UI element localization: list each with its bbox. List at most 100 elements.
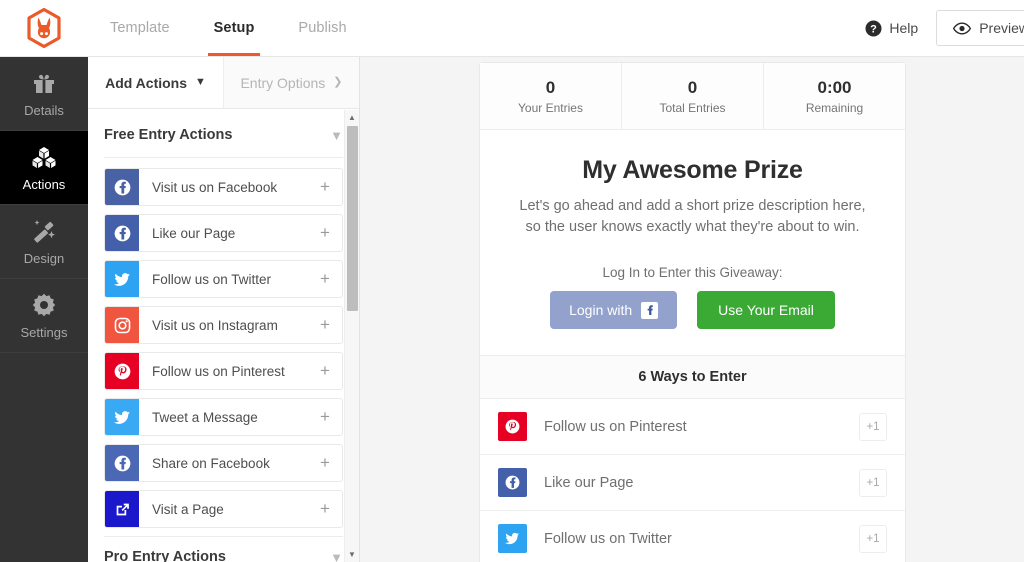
action-row-like-our-page[interactable]: Like our Page + [104, 214, 343, 252]
login-block: Log In to Enter this Giveaway: Login wit… [480, 238, 905, 355]
giveaway-stats-bar: 0 Your Entries 0 Total Entries 0:00 Rema… [480, 63, 905, 131]
external-link-icon [105, 491, 139, 527]
giveaway-widget: 0 Your Entries 0 Total Entries 0:00 Rema… [479, 62, 906, 562]
chevron-down-icon: ▼ [330, 127, 343, 143]
help-label: Help [889, 20, 919, 36]
top-bar-actions: ? Help Preview [865, 0, 1024, 56]
gift-icon [34, 74, 54, 93]
panel-tab-add-actions-label: Add Actions [105, 74, 188, 91]
sidebar-item-design[interactable]: Design [0, 205, 88, 279]
stat-your-entries: 0 Your Entries [480, 63, 622, 130]
free-action-list: Visit us on Facebook + Like our Page + F… [88, 158, 359, 528]
top-bar: Template Setup Publish ? Help Preview [0, 0, 1024, 57]
sidebar-item-actions[interactable]: Actions [0, 131, 88, 205]
entry-row-follow-us-on-pinterest[interactable]: Follow us on Pinterest +1 [480, 399, 905, 456]
chevron-down-icon: ▼ [195, 76, 206, 88]
entry-points-badge: +1 [859, 468, 887, 497]
prize-title: My Awesome Prize [582, 156, 803, 185]
panel-tab-add-actions[interactable]: Add Actions ▼ [88, 57, 223, 108]
scroll-up-arrow-icon[interactable]: ▲ [345, 110, 359, 125]
ways-to-enter-header: 6 Ways to Enter [480, 355, 905, 400]
tab-template-label: Template [110, 20, 170, 36]
add-action-button[interactable]: + [308, 307, 342, 343]
add-action-button[interactable]: + [308, 353, 342, 389]
prize-description: Let's go ahead and add a short prize des… [519, 198, 866, 236]
app-logo[interactable] [0, 0, 88, 56]
stat-label: Remaining [805, 101, 864, 116]
panel-tab-bar: Add Actions ▼ Entry Options ❯ [88, 57, 359, 109]
login-with-facebook-button[interactable]: Login with [550, 291, 678, 330]
login-email-label: Use Your Email [718, 302, 814, 319]
entry-points-badge: +1 [859, 412, 887, 441]
tab-setup[interactable]: Setup [192, 0, 277, 56]
stat-label: Your Entries [518, 101, 583, 116]
add-actions-panel: Add Actions ▼ Entry Options ❯ Free Entry… [88, 57, 360, 562]
free-entry-actions-header[interactable]: Free Entry Actions ▼ [88, 109, 359, 157]
twitter-icon [105, 399, 139, 435]
action-label: Follow us on Pinterest [152, 363, 285, 379]
entry-row-like-our-page[interactable]: Like our Page +1 [480, 455, 905, 512]
ways-to-enter-title: 6 Ways to Enter [638, 369, 747, 386]
sidebar-item-details[interactable]: Details [0, 57, 88, 131]
chevron-right-icon: ❯ [333, 76, 343, 88]
facebook-icon [105, 445, 139, 481]
action-label: Visit a Page [152, 501, 224, 517]
stat-remaining: 0:00 Remaining [764, 63, 905, 129]
entry-row-follow-us-on-twitter[interactable]: Follow us on Twitter +1 [480, 511, 905, 562]
tab-template[interactable]: Template [88, 0, 192, 56]
prize-block: My Awesome Prize Let's go ahead and add … [480, 130, 905, 238]
action-label: Visit us on Instagram [152, 317, 278, 333]
eye-icon [953, 21, 972, 35]
sidebar-item-design-label: Design [23, 250, 65, 266]
entry-points-badge: +1 [859, 524, 887, 553]
tab-publish-label: Publish [298, 20, 347, 36]
free-entry-actions-title: Free Entry Actions [104, 127, 233, 143]
add-action-button[interactable]: + [308, 445, 342, 481]
instagram-icon [105, 307, 139, 343]
pinterest-icon [105, 353, 139, 389]
stat-total-entries: 0 Total Entries [622, 63, 764, 130]
pro-entry-actions-title: Pro Entry Actions [104, 549, 226, 562]
top-tab-bar: Template Setup Publish [88, 0, 369, 56]
tab-publish[interactable]: Publish [276, 0, 368, 56]
builder-sidebar: Details Actions Design Settings [0, 57, 88, 562]
stat-value: 0 [687, 78, 698, 97]
rafflepress-giveaway-builder: Template Setup Publish ? Help Preview De… [0, 0, 1024, 562]
login-buttons: Login with Use Your Email [480, 291, 905, 330]
add-action-button[interactable]: + [308, 169, 342, 205]
action-row-share-on-facebook[interactable]: Share on Facebook + [104, 444, 343, 482]
question-circle-icon: ? [865, 20, 882, 36]
action-row-visit-us-on-facebook[interactable]: Visit us on Facebook + [104, 168, 343, 206]
facebook-icon [105, 169, 139, 205]
sidebar-item-settings[interactable]: Settings [0, 279, 88, 353]
pro-entry-actions-header[interactable]: Pro Entry Actions ▼ [88, 537, 359, 562]
add-action-button[interactable]: + [308, 399, 342, 435]
add-action-button[interactable]: + [308, 261, 342, 297]
facebook-icon [641, 301, 659, 319]
svg-text:?: ? [871, 23, 878, 35]
add-action-button[interactable]: + [308, 215, 342, 251]
scrollbar-thumb[interactable] [347, 126, 358, 311]
action-label: Like our Page [152, 225, 236, 241]
cubes-icon [32, 146, 56, 168]
twitter-icon [105, 261, 139, 297]
panel-tab-entry-options[interactable]: Entry Options ❯ [223, 57, 359, 108]
action-row-visit-us-on-instagram[interactable]: Visit us on Instagram + [104, 306, 343, 344]
preview-button[interactable]: Preview [936, 10, 1024, 46]
help-button[interactable]: ? Help [865, 20, 936, 37]
stat-label: Total Entries [659, 101, 726, 116]
action-label: Share on Facebook [152, 455, 270, 471]
panel-scrollbar[interactable]: ▲ ▼ [344, 110, 359, 562]
action-row-follow-us-on-twitter[interactable]: Follow us on Twitter + [104, 260, 343, 298]
facebook-icon [498, 468, 527, 498]
add-action-button[interactable]: + [308, 491, 342, 527]
scroll-down-arrow-icon[interactable]: ▼ [345, 547, 359, 562]
action-row-visit-a-page[interactable]: Visit a Page + [104, 490, 343, 528]
facebook-icon [105, 215, 139, 251]
sidebar-item-actions-label: Actions [22, 176, 66, 192]
action-row-tweet-a-message[interactable]: Tweet a Message + [104, 398, 343, 436]
use-your-email-button[interactable]: Use Your Email [697, 291, 835, 330]
entry-label: Follow us on Pinterest [544, 418, 687, 435]
twitter-icon [498, 524, 527, 554]
action-row-follow-us-on-pinterest[interactable]: Follow us on Pinterest + [104, 352, 343, 390]
